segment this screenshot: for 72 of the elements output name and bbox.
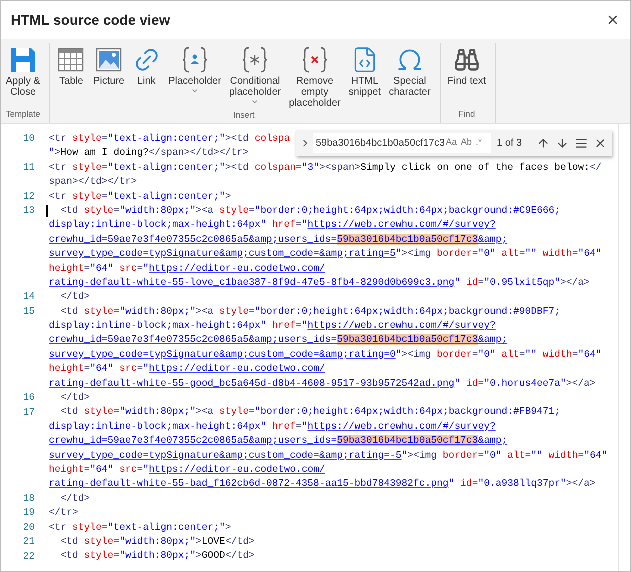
- search-option-toggle[interactable]: Aa: [444, 136, 460, 150]
- person-braces-icon: [182, 44, 208, 74]
- lines-icon: [575, 136, 588, 150]
- line-number: 15: [23, 306, 35, 317]
- toolbar-button[interactable]: Link: [130, 43, 164, 87]
- code-line: crewhu_id=59ae7e3f4e07355c2c0865a5&amp;users_ids=59ba3016b4bc1b0a50cf17c3&amp;: [49, 333, 508, 348]
- code-line: display:inline-block;max-height:64px" href="https://web.crewhu.com/#/survey?: [49, 420, 496, 434]
- code-line: <td style="width:80px;"><a style="border:0;height:64px;width:64px;background:#FB9471;: [60, 405, 561, 420]
- code-line: <tr style="text-align:center;">: [49, 190, 232, 204]
- code-line: span></td></tr>: [49, 175, 138, 190]
- code-line: <tr style="text-align:center;"><td colspa: [49, 132, 290, 146]
- line-number: 18: [23, 492, 35, 504]
- line-number: 21: [23, 536, 35, 548]
- x-braces-icon: [302, 44, 328, 74]
- line-number: 13: [23, 204, 35, 216]
- line-number: 20: [23, 522, 35, 533]
- line-number: 17: [23, 406, 35, 418]
- line-number: 10: [23, 133, 35, 144]
- toolbar-button[interactable]: HTML snippet: [346, 43, 384, 98]
- code-line: rating-default-white-55-good_bc5a645d-d8b4-4608-9517-93b9572542ad.png" id="0.horus4ee7a"></a>: [49, 376, 596, 391]
- toolbar-button[interactable]: Special character: [386, 43, 434, 98]
- code-line: </td>: [60, 391, 90, 406]
- close-icon: [606, 13, 620, 27]
- line-number: 11: [23, 162, 35, 173]
- toolbar-button[interactable]: Table: [54, 43, 88, 87]
- group-label: Insert: [233, 109, 255, 122]
- arrow-up-icon: [537, 136, 550, 150]
- code-line: survey_type_code=typSignature&amp;custom_code=&amp;rating=-5"><img border="0" alt="" width="64": [49, 448, 608, 463]
- code-line: </td>: [60, 290, 90, 304]
- group-label: Find: [458, 108, 476, 121]
- code-line: rating-default-white-55-bad_f162cb6d-0872-4358-aa15-bbd7843982fc.png" id="0.a938llq37pr"></a>: [49, 477, 596, 492]
- toolbar-button[interactable]: Find text: [444, 43, 490, 87]
- code-line: rating-default-white-55-love_c1bae387-8f9d-47e5-8fb4-8290d0b699c3.png" id="0.95lxit5qp"></a>: [49, 276, 590, 290]
- arrow-down-icon: [556, 136, 569, 150]
- code-line: </td>: [60, 492, 90, 506]
- code-line: crewhu_id=59ae7e3f4e07355c2c0865a5&amp;users_ids=59ba3016b4bc1b0a50cf17c3&amp;: [49, 232, 508, 247]
- code-line: crewhu_id=59ae7e3f4e07355c2c0865a5&amp;users_ids=59ba3016b4bc1b0a50cf17c3&amp;: [49, 434, 508, 448]
- match-count: 1 of 3: [497, 136, 522, 150]
- code-line: <td style="width:80px;">LOVE</td>: [60, 534, 255, 549]
- toolbar-button[interactable]: Apply & Close: [3, 43, 44, 98]
- toolbar-button[interactable]: Picture: [90, 43, 128, 87]
- table-icon: [57, 46, 86, 74]
- code-line: height="64" src="https://editor-eu.codetwo.com/: [49, 262, 326, 276]
- toolbar-button[interactable]: Remove empty placeholder: [286, 43, 344, 109]
- line-number: 16: [23, 392, 35, 404]
- code-line: display:inline-block;max-height:64px" href="https://web.crewhu.com/#/survey?: [49, 319, 496, 334]
- code-line: survey_type_code=typSignature&amp;custom_code=&amp;rating=5"><img border="0" alt="" width="64": [49, 247, 602, 262]
- close-icon: [594, 136, 607, 150]
- picture-icon: [95, 46, 124, 74]
- group-label: Template: [6, 108, 40, 121]
- line-number: 14: [23, 291, 35, 302]
- search-option-toggle[interactable]: Ab: [459, 136, 474, 150]
- code-line: height="64" src="https://editor-eu.codetwo.com/: [49, 362, 326, 376]
- line-number: 19: [23, 507, 35, 518]
- code-line: <td style="width:80px;"><a style="border:0;height:64px;width:64px;background:#90DBF7;: [60, 304, 561, 319]
- search-option-toggle[interactable]: .*: [474, 136, 484, 150]
- code-line: ">How am I doing?</span></td></tr>: [49, 146, 249, 160]
- toolbar-button[interactable]: Placeholder: [166, 43, 224, 95]
- code-line: height="64" src="https://editor-eu.codetwo.com/: [49, 462, 326, 477]
- code-line: <tr style="text-align:center;"><td colspan="3"><span>Simply click on one of the faces below:</: [49, 160, 602, 175]
- line-number: 12: [23, 190, 35, 202]
- code-line: <td style="width:80px;">GOOD</td>: [60, 549, 255, 564]
- code-line: </tr>: [49, 506, 78, 520]
- line-number: 22: [23, 550, 35, 562]
- code-line: survey_type_code=typSignature&amp;custom_code=&amp;rating=0"><img border="0" alt="" width="64": [49, 348, 602, 362]
- code-line: <tr style="text-align:center;">: [49, 520, 232, 535]
- asterisk-braces-icon: [242, 44, 268, 74]
- code-line: <td style="width:80px;"><a style="border:0;height:64px;width:64px;background:#C9E666;: [60, 204, 561, 218]
- binoculars-icon: [454, 46, 480, 72]
- code-line: display:inline-block;max-height:64px" href="https://web.crewhu.com/#/survey?: [49, 218, 496, 232]
- toolbar-button[interactable]: Conditional placeholder: [226, 43, 284, 106]
- window-title: HTML source code view: [11, 10, 170, 30]
